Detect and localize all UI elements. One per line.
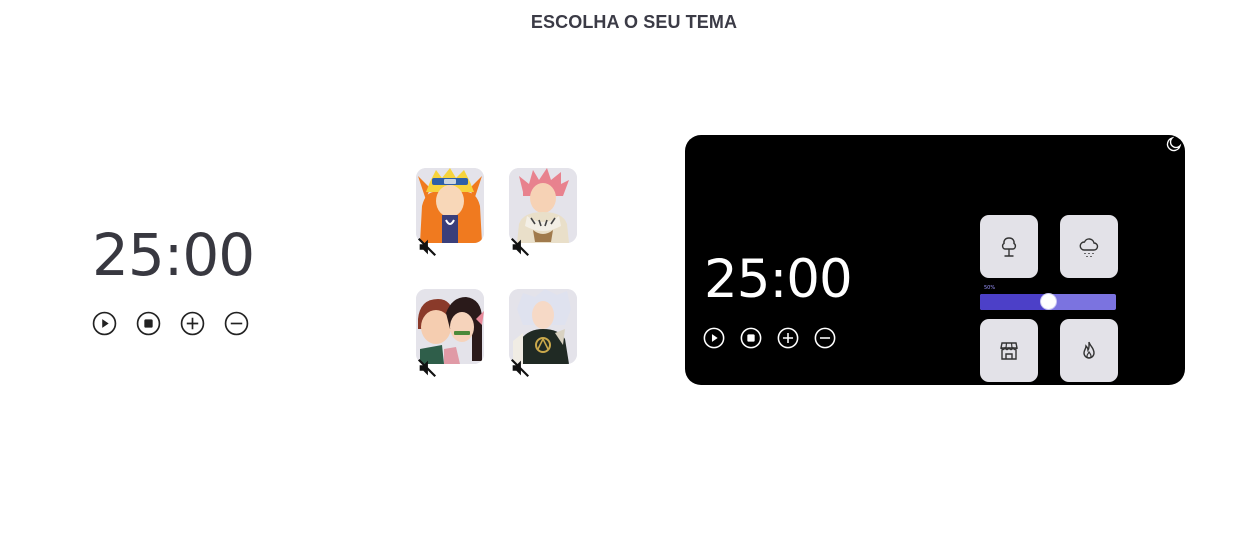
- stop-icon[interactable]: [136, 311, 161, 336]
- sound-tile-yami[interactable]: [509, 289, 579, 379]
- sound-tile-tanjiro-nezuko[interactable]: [416, 289, 486, 379]
- ambient-rain-button[interactable]: [1060, 215, 1118, 278]
- volume-label: 50%: [984, 285, 996, 291]
- volume-knob[interactable]: [1039, 293, 1057, 310]
- plus-icon[interactable]: [777, 327, 799, 349]
- ambient-forest-button[interactable]: [980, 215, 1038, 278]
- mute-icon[interactable]: [509, 236, 531, 258]
- volume-fill: [980, 294, 1048, 310]
- mute-icon[interactable]: [416, 357, 438, 379]
- ambient-store-button[interactable]: [980, 319, 1038, 382]
- minus-icon[interactable]: [814, 327, 836, 349]
- sound-tile-naruto[interactable]: [416, 168, 486, 258]
- sound-tile-natsu[interactable]: [509, 168, 579, 258]
- dark-theme-card[interactable]: 25:00 50%: [685, 135, 1185, 385]
- moon-icon[interactable]: [1165, 135, 1183, 153]
- plus-icon[interactable]: [180, 311, 205, 336]
- natsu-avatar[interactable]: [509, 168, 577, 243]
- rain-cloud-icon: [1079, 237, 1099, 257]
- ambient-fire-button[interactable]: [1060, 319, 1118, 382]
- play-icon[interactable]: [92, 311, 117, 336]
- page-title: ESCOLHA O SEU TEMA: [530, 12, 738, 32]
- mute-icon[interactable]: [416, 236, 438, 258]
- stop-icon[interactable]: [740, 327, 762, 349]
- timer-display: 25:00: [92, 221, 255, 289]
- minus-icon[interactable]: [224, 311, 249, 336]
- timer-controls: [92, 311, 249, 336]
- fire-icon: [1083, 341, 1095, 359]
- play-icon[interactable]: [703, 327, 725, 349]
- naruto-avatar[interactable]: [416, 168, 484, 243]
- volume-slider[interactable]: 50%: [980, 285, 1116, 311]
- mute-icon[interactable]: [509, 357, 531, 379]
- tree-icon: [1001, 236, 1017, 257]
- timer-display: 25:00: [704, 249, 853, 310]
- timer-controls: [703, 327, 836, 349]
- store-icon: [1000, 341, 1018, 360]
- yami-avatar[interactable]: [509, 289, 577, 364]
- tanjiro-nezuko-avatar[interactable]: [416, 289, 484, 364]
- timer-light: 25:00: [92, 221, 262, 336]
